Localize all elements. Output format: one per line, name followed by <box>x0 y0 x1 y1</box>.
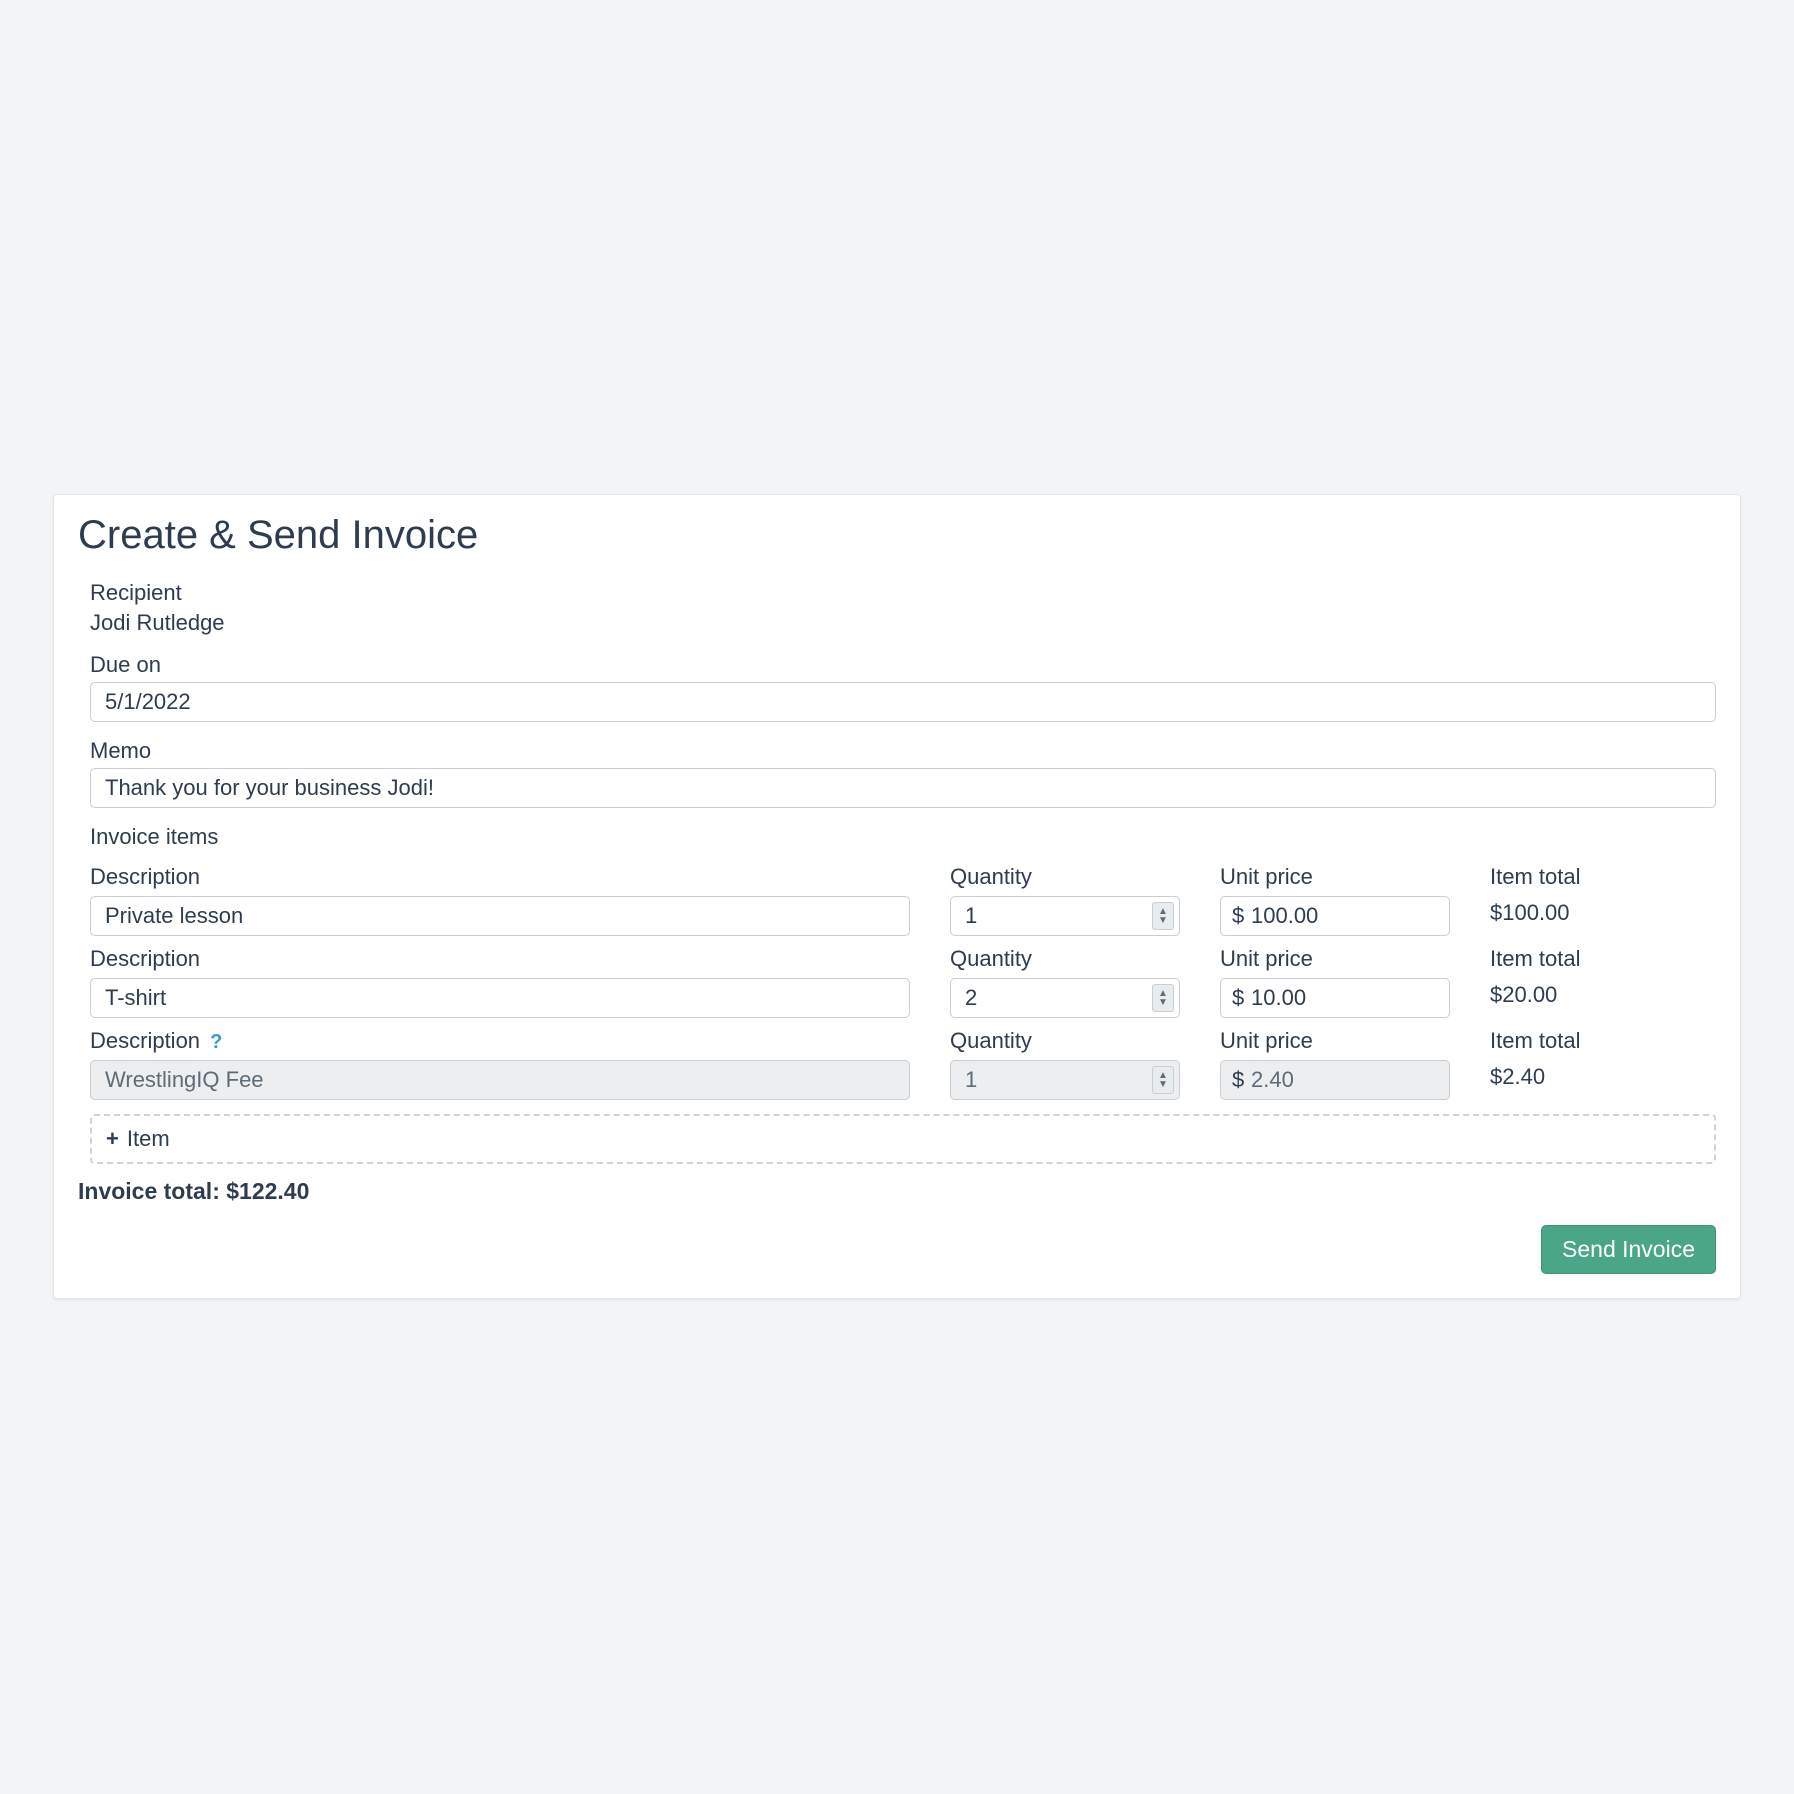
chevron-down-icon <box>1158 1080 1168 1089</box>
description-label: Description ? <box>90 1028 910 1054</box>
recipient-section: Recipient Jodi Rutledge <box>78 580 1716 636</box>
invoice-items-section: Invoice items <box>78 824 1716 850</box>
item-total-value: $100.00 <box>1490 900 1716 926</box>
recipient-name: Jodi Rutledge <box>90 610 225 635</box>
memo-section: Memo <box>78 738 1716 808</box>
due-on-label: Due on <box>90 652 1716 678</box>
unit-price-input[interactable] <box>1220 978 1450 1018</box>
invoice-item-row: Description Quantity Unit price $ Item t… <box>78 946 1716 1018</box>
unit-price-input[interactable] <box>1220 896 1450 936</box>
quantity-label: Quantity <box>950 864 1180 890</box>
currency-symbol: $ <box>1232 985 1244 1011</box>
quantity-input <box>950 1060 1180 1100</box>
currency-symbol: $ <box>1232 1067 1244 1093</box>
quantity-input[interactable] <box>950 896 1180 936</box>
add-item-button[interactable]: + Item <box>90 1114 1716 1164</box>
memo-input[interactable] <box>90 768 1716 808</box>
invoice-item-row: Description Quantity Unit price $ Item t… <box>78 864 1716 936</box>
page-title: Create & Send Invoice <box>78 513 1716 558</box>
chevron-down-icon <box>1158 916 1168 925</box>
unit-price-label: Unit price <box>1220 1028 1450 1054</box>
memo-label: Memo <box>90 738 1716 764</box>
invoice-total: Invoice total: $122.40 <box>78 1178 1716 1205</box>
quantity-stepper <box>1152 1066 1174 1094</box>
quantity-label: Quantity <box>950 946 1180 972</box>
unit-price-label: Unit price <box>1220 864 1450 890</box>
item-total-label: Item total <box>1490 946 1716 972</box>
description-input[interactable] <box>90 978 910 1018</box>
unit-price-input <box>1220 1060 1450 1100</box>
invoice-total-label: Invoice total: <box>78 1178 226 1204</box>
currency-symbol: $ <box>1232 903 1244 929</box>
chevron-down-icon <box>1158 998 1168 1007</box>
item-total-value: $20.00 <box>1490 982 1716 1008</box>
item-total-value: $2.40 <box>1490 1064 1716 1090</box>
quantity-stepper[interactable] <box>1152 984 1174 1012</box>
send-invoice-button[interactable]: Send Invoice <box>1541 1225 1716 1274</box>
description-label: Description <box>90 946 910 972</box>
invoice-items-label: Invoice items <box>90 824 1716 850</box>
quantity-input[interactable] <box>950 978 1180 1018</box>
item-total-label: Item total <box>1490 864 1716 890</box>
description-label: Description <box>90 864 910 890</box>
invoice-item-row: Description ? Quantity Unit price $ Item… <box>78 1028 1716 1100</box>
add-item-label: Item <box>127 1126 170 1152</box>
quantity-stepper[interactable] <box>1152 902 1174 930</box>
invoice-total-value: $122.40 <box>226 1178 309 1204</box>
description-input <box>90 1060 910 1100</box>
item-total-label: Item total <box>1490 1028 1716 1054</box>
help-icon[interactable]: ? <box>210 1031 222 1053</box>
invoice-panel: Create & Send Invoice Recipient Jodi Rut… <box>53 494 1741 1299</box>
due-on-input[interactable] <box>90 682 1716 722</box>
description-input[interactable] <box>90 896 910 936</box>
quantity-label: Quantity <box>950 1028 1180 1054</box>
due-on-section: Due on <box>78 652 1716 722</box>
unit-price-label: Unit price <box>1220 946 1450 972</box>
recipient-label: Recipient <box>90 580 1716 606</box>
plus-icon: + <box>106 1128 119 1150</box>
